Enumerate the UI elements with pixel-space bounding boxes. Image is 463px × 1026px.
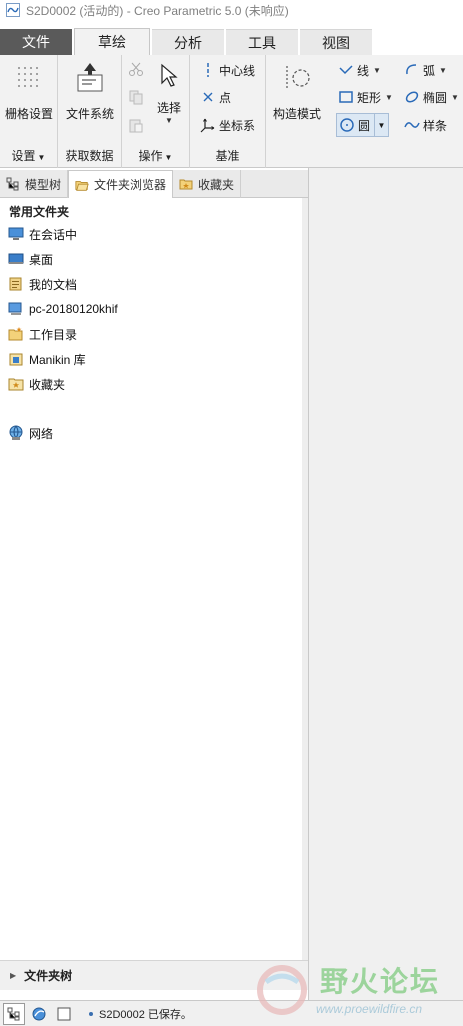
favorites-folder-icon (8, 376, 24, 392)
tab-analysis[interactable]: 分析 (152, 29, 224, 55)
folder-item-working-directory[interactable]: 工作目录 (8, 324, 77, 344)
file-system-label: 文件系统 (65, 107, 114, 121)
spline-button[interactable]: 样条 (404, 115, 447, 135)
network-globe-icon (8, 425, 24, 441)
tab-model-tree[interactable]: 模型树 (0, 170, 69, 198)
line-icon (338, 62, 354, 78)
folder-item-manikin-library[interactable]: Manikin 库 (8, 349, 86, 369)
rectangle-button[interactable]: 矩形 ▼ (338, 87, 393, 107)
group-sketch: 线 ▼ 弧 ▼ 矩形 ▼ 椭圆 ▼ 圆 ▼ 样条 (330, 55, 463, 168)
circle-dropdown-chevron-icon[interactable]: ▼ (374, 114, 388, 136)
grid-icon (11, 59, 47, 97)
centerline-button[interactable]: 中心线 (200, 60, 255, 80)
favorites-icon (179, 177, 193, 191)
group-label-operations[interactable]: 操作 ▼ (122, 147, 189, 165)
manikin-library-icon (8, 351, 24, 367)
group-datum: 中心线 点 坐标系 基准 (190, 55, 266, 168)
grid-settings-button[interactable]: 栅格设置 (4, 59, 54, 122)
common-folders-title: 常用文件夹 (9, 205, 70, 219)
file-system-button[interactable]: 文件系统 (62, 59, 118, 122)
documents-icon (8, 276, 24, 292)
circle-button[interactable]: 圆 ▼ (336, 113, 390, 137)
select-button[interactable]: 选择 ▼ (150, 61, 188, 125)
full-screen-icon[interactable] (53, 1003, 75, 1025)
select-label: 选择 (156, 101, 181, 115)
rectangle-icon (338, 89, 354, 105)
line-button[interactable]: 线 ▼ (338, 60, 381, 80)
tab-file[interactable]: 文件 (0, 29, 72, 55)
folder-item-computer[interactable]: pc-20180120khif (8, 299, 118, 319)
cut-icon[interactable] (128, 61, 144, 77)
group-label-get-data: 获取数据 (65, 149, 114, 163)
show-browser-icon[interactable] (28, 1003, 50, 1025)
status-message: S2D0002 已保存。 (89, 1006, 192, 1022)
copy-icon[interactable] (128, 89, 144, 105)
arc-icon (404, 62, 420, 78)
folder-browser-panel: 常用文件夹 在会话中 桌面 我的文档 pc-20180120khif 工作目录 (0, 198, 302, 960)
folder-tree-toggle[interactable]: ▶ 文件夹树 (0, 960, 308, 990)
circle-icon (339, 117, 355, 133)
chevron-down-icon: ▼ (373, 65, 381, 75)
folder-item-in-session[interactable]: 在会话中 (8, 224, 77, 244)
group-settings: 栅格设置 设置 ▼ (0, 55, 58, 168)
working-directory-folder-icon (8, 326, 24, 342)
coordinate-system-icon (200, 117, 216, 133)
ribbon: 栅格设置 设置 ▼ 文件系统 获取数据 选择 ▼ 操作 ▼ 中心线 点 坐标系 … (0, 55, 463, 168)
spline-icon (404, 117, 420, 133)
group-label-datum: 基准 (215, 149, 240, 163)
group-get-data: 文件系统 获取数据 (58, 55, 122, 168)
graphics-window[interactable] (308, 168, 463, 1000)
chevron-down-icon: ▼ (439, 65, 447, 75)
ellipse-icon (404, 89, 420, 105)
centerline-icon (200, 62, 216, 78)
status-bar: S2D0002 已保存。 (0, 1000, 463, 1026)
chevron-down-icon: ▼ (451, 92, 459, 102)
cursor-arrow-icon (151, 61, 187, 91)
navigator-tabs: 模型树 文件夹浏览器 收藏夹 (0, 170, 308, 199)
tab-folder-browser[interactable]: 文件夹浏览器 (68, 170, 174, 199)
tab-favorites[interactable]: 收藏夹 (173, 170, 242, 198)
chevron-down-icon: ▼ (385, 92, 393, 102)
grid-settings-label: 栅格设置 (4, 107, 53, 121)
coord-sys-button[interactable]: 坐标系 (200, 115, 255, 135)
file-system-icon (72, 59, 108, 97)
tab-tools[interactable]: 工具 (226, 29, 298, 55)
chevron-down-icon: ▼ (164, 153, 173, 162)
construction-mode-label: 构造模式 (272, 107, 321, 121)
chevron-down-icon: ▼ (165, 116, 173, 125)
construction-mode-button[interactable]: 构造模式 (268, 59, 326, 122)
arc-button[interactable]: 弧 ▼ (404, 60, 447, 80)
ellipse-button[interactable]: 椭圆 ▼ (404, 87, 459, 107)
chevron-down-icon: ▼ (37, 153, 46, 162)
folder-item-desktop[interactable]: 桌面 (8, 249, 53, 269)
window-title: S2D0002 (活动的) - Creo Parametric 5.0 (未响应… (26, 3, 289, 18)
model-tree-icon (6, 177, 20, 191)
computer-icon (8, 301, 24, 317)
creo-app-icon (6, 3, 20, 17)
show-navigator-icon[interactable] (3, 1002, 25, 1025)
point-button[interactable]: 点 (200, 87, 231, 107)
folder-item-my-documents[interactable]: 我的文档 (8, 274, 77, 294)
tab-view[interactable]: 视图 (300, 29, 372, 55)
title-bar: S2D0002 (活动的) - Creo Parametric 5.0 (未响应… (0, 0, 463, 20)
ribbon-tab-bar: 文件 草绘 分析 工具 视图 (0, 28, 463, 55)
construction-mode-icon (279, 59, 315, 97)
status-dot-icon (89, 1011, 93, 1016)
group-label-settings[interactable]: 设置 ▼ (0, 147, 57, 165)
paste-icon[interactable] (128, 117, 144, 133)
tab-sketch[interactable]: 草绘 (74, 28, 150, 55)
folder-item-network[interactable]: 网络 (8, 423, 53, 443)
in-session-monitor-icon (8, 226, 24, 242)
expand-triangle-icon: ▶ (10, 971, 17, 980)
folder-item-favorites[interactable]: 收藏夹 (8, 374, 65, 394)
point-x-icon (200, 89, 216, 105)
folder-browser-icon (75, 178, 89, 192)
group-operations: 选择 ▼ 操作 ▼ (122, 55, 190, 168)
group-construct: 构造模式 (266, 55, 328, 168)
desktop-icon (8, 251, 24, 267)
